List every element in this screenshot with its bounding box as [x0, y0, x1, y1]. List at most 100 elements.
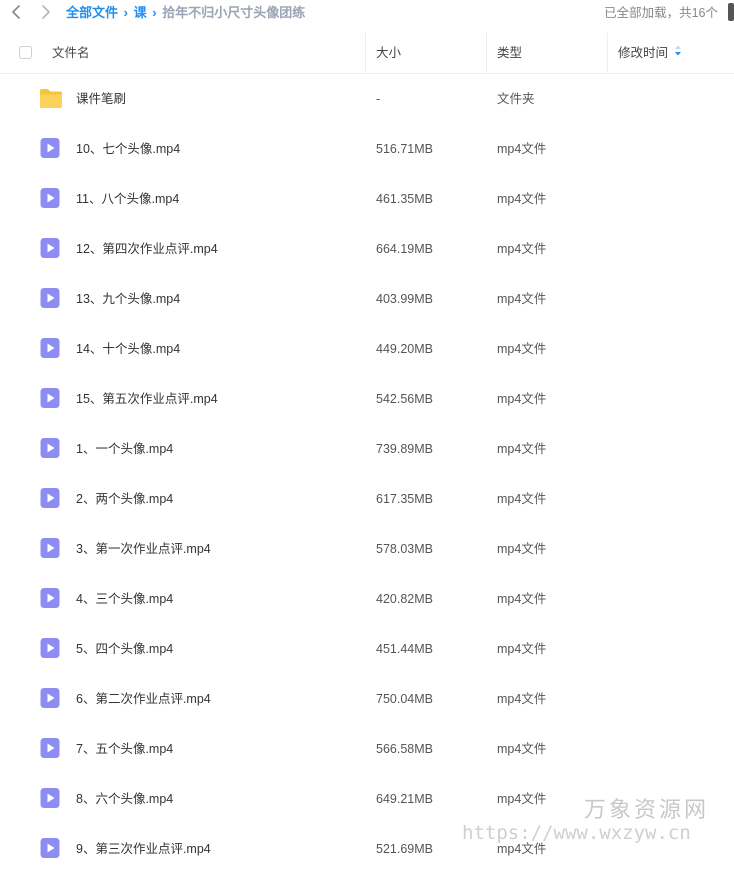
- folder-icon: [39, 87, 62, 109]
- video-file-icon: [39, 787, 61, 809]
- video-file-icon: [39, 837, 61, 859]
- breadcrumb-separator: ›: [152, 5, 157, 20]
- file-type: mp4文件: [497, 592, 547, 606]
- video-file-icon: [39, 637, 61, 659]
- file-type: mp4文件: [497, 792, 547, 806]
- file-name[interactable]: 6、第二次作业点评.mp4: [76, 674, 211, 724]
- select-all-checkbox[interactable]: [19, 46, 32, 59]
- file-row[interactable]: 3、第一次作业点评.mp4 578.03MB mp4文件: [0, 524, 734, 574]
- file-row[interactable]: 14、十个头像.mp4 449.20MB mp4文件: [0, 324, 734, 374]
- file-size: 739.89MB: [376, 442, 433, 456]
- file-size: 420.82MB: [376, 592, 433, 606]
- file-size: 664.19MB: [376, 242, 433, 256]
- file-row[interactable]: 课件笔刷 - 文件夹: [0, 74, 734, 124]
- breadcrumb-root[interactable]: 全部文件: [66, 5, 118, 20]
- file-row[interactable]: 13、九个头像.mp4 403.99MB mp4文件: [0, 274, 734, 324]
- file-size: 461.35MB: [376, 192, 433, 206]
- file-name[interactable]: 8、六个头像.mp4: [76, 774, 173, 824]
- file-list: 课件笔刷 - 文件夹 10、七个头像.mp4 516.71MB mp4文件 11、八个头像.…: [0, 74, 734, 874]
- chevron-left-icon[interactable]: [8, 3, 26, 21]
- file-type: mp4文件: [497, 292, 547, 306]
- file-row[interactable]: 4、三个头像.mp4 420.82MB mp4文件: [0, 574, 734, 624]
- file-row[interactable]: 6、第二次作业点评.mp4 750.04MB mp4文件: [0, 674, 734, 724]
- file-size: 578.03MB: [376, 542, 433, 556]
- file-row[interactable]: 5、四个头像.mp4 451.44MB mp4文件: [0, 624, 734, 674]
- column-header-type[interactable]: 类型: [497, 33, 522, 73]
- column-header-modified[interactable]: 修改时间: [618, 33, 682, 73]
- file-name[interactable]: 课件笔刷: [76, 74, 126, 124]
- file-name[interactable]: 7、五个头像.mp4: [76, 724, 173, 774]
- file-type: 文件夹: [497, 92, 535, 106]
- file-name[interactable]: 15、第五次作业点评.mp4: [76, 374, 218, 424]
- column-divider: [607, 33, 608, 73]
- file-size: 449.20MB: [376, 342, 433, 356]
- file-size: 750.04MB: [376, 692, 433, 706]
- column-header-name[interactable]: 文件名: [52, 33, 90, 73]
- video-file-icon: [39, 587, 61, 609]
- file-row[interactable]: 10、七个头像.mp4 516.71MB mp4文件: [0, 124, 734, 174]
- video-file-icon: [39, 287, 61, 309]
- video-file-icon: [39, 487, 61, 509]
- file-size: 542.56MB: [376, 392, 433, 406]
- file-name[interactable]: 12、第四次作业点评.mp4: [76, 224, 218, 274]
- file-type: mp4文件: [497, 242, 547, 256]
- column-divider: [365, 33, 366, 73]
- video-file-icon: [39, 437, 61, 459]
- column-divider: [486, 33, 487, 73]
- breadcrumb-current: 拾年不归小尺寸头像团练: [162, 5, 306, 20]
- video-file-icon: [39, 387, 61, 409]
- chevron-right-icon[interactable]: [36, 3, 54, 21]
- file-type: mp4文件: [497, 392, 547, 406]
- file-type: mp4文件: [497, 492, 547, 506]
- file-name[interactable]: 14、十个头像.mp4: [76, 324, 180, 374]
- file-row[interactable]: 15、第五次作业点评.mp4 542.56MB mp4文件: [0, 374, 734, 424]
- watermark-url: https://www.wxzyw.cn: [462, 822, 691, 844]
- file-table-header: 文件名 大小 类型 修改时间: [0, 33, 734, 74]
- load-status: 已全部加载，共16个: [604, 6, 718, 20]
- file-row[interactable]: 11、八个头像.mp4 461.35MB mp4文件: [0, 174, 734, 224]
- video-file-icon: [39, 687, 61, 709]
- file-size: 451.44MB: [376, 642, 433, 656]
- column-header-modified-label: 修改时间: [618, 46, 669, 60]
- file-size: 566.58MB: [376, 742, 433, 756]
- file-row[interactable]: 12、第四次作业点评.mp4 664.19MB mp4文件: [0, 224, 734, 274]
- file-name[interactable]: 2、两个头像.mp4: [76, 474, 173, 524]
- file-type: mp4文件: [497, 192, 547, 206]
- breadcrumb-separator: ›: [123, 5, 128, 20]
- breadcrumb: 全部文件 › 课 › 拾年不归小尺寸头像团练: [66, 4, 305, 22]
- video-file-icon: [39, 237, 61, 259]
- top-bar: 全部文件 › 课 › 拾年不归小尺寸头像团练 已全部加载，共16个: [0, 0, 734, 26]
- file-name[interactable]: 11、八个头像.mp4: [76, 174, 179, 224]
- column-header-size[interactable]: 大小: [376, 33, 401, 73]
- file-type: mp4文件: [497, 542, 547, 556]
- scrollbar[interactable]: [728, 3, 734, 21]
- file-name[interactable]: 10、七个头像.mp4: [76, 124, 180, 174]
- file-size: 649.21MB: [376, 792, 433, 806]
- file-type: mp4文件: [497, 342, 547, 356]
- file-name[interactable]: 1、一个头像.mp4: [76, 424, 173, 474]
- file-type: mp4文件: [497, 142, 547, 156]
- file-type: mp4文件: [497, 642, 547, 656]
- file-size: 617.35MB: [376, 492, 433, 506]
- video-file-icon: [39, 187, 61, 209]
- file-size: 516.71MB: [376, 142, 433, 156]
- watermark-brand: 万象资源网: [584, 798, 710, 823]
- file-type: mp4文件: [497, 692, 547, 706]
- file-type: mp4文件: [497, 442, 547, 456]
- video-file-icon: [39, 137, 61, 159]
- file-size: 403.99MB: [376, 292, 433, 306]
- video-file-icon: [39, 737, 61, 759]
- file-type: mp4文件: [497, 742, 547, 756]
- file-name[interactable]: 13、九个头像.mp4: [76, 274, 180, 324]
- file-name[interactable]: 5、四个头像.mp4: [76, 624, 173, 674]
- file-row[interactable]: 1、一个头像.mp4 739.89MB mp4文件: [0, 424, 734, 474]
- file-size: -: [376, 92, 381, 106]
- sort-icon[interactable]: [674, 32, 682, 72]
- breadcrumb-parent[interactable]: 课: [134, 5, 147, 20]
- file-name[interactable]: 4、三个头像.mp4: [76, 574, 173, 624]
- file-row[interactable]: 2、两个头像.mp4 617.35MB mp4文件: [0, 474, 734, 524]
- video-file-icon: [39, 537, 61, 559]
- video-file-icon: [39, 337, 61, 359]
- file-name[interactable]: 3、第一次作业点评.mp4: [76, 524, 211, 574]
- file-row[interactable]: 7、五个头像.mp4 566.58MB mp4文件: [0, 724, 734, 774]
